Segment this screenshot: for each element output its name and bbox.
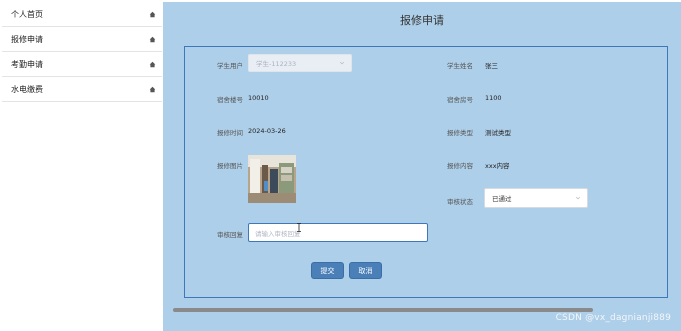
main-content: 报修申请 学生用户 学生-112233 学生姓名 张三 宿舍楼号 10010 宿…	[163, 2, 681, 331]
review-reply-input[interactable]: 请输入审核回复	[248, 223, 428, 242]
chevron-down-icon	[575, 196, 581, 200]
sidebar-item-utilities[interactable]: 水电缴费	[2, 77, 162, 102]
photo-thumbnail	[248, 155, 296, 203]
chevron-down-icon	[339, 61, 345, 65]
review-status-select[interactable]: 已通过	[484, 188, 588, 208]
building-no-label: 宿舍楼号	[217, 96, 243, 104]
repair-type-label: 报修类型	[447, 129, 473, 137]
room-no-label: 宿舍房号	[447, 96, 473, 104]
sidebar: 个人首页 报修申请 考勤申请 水电缴费	[2, 2, 162, 327]
text-cursor-icon	[297, 223, 301, 232]
sidebar-item-label: 个人首页	[11, 9, 43, 19]
building-no-value: 10010	[248, 94, 269, 102]
student-user-select[interactable]: 学生-112233	[248, 54, 352, 72]
student-user-label: 学生用户	[217, 62, 243, 70]
review-status-label: 审核状态	[447, 198, 473, 206]
repair-type-value: 测试类型	[485, 129, 511, 137]
repair-form: 学生用户 学生-112233 学生姓名 张三 宿舍楼号 10010 宿舍房号 1…	[184, 46, 668, 298]
home-icon	[149, 61, 156, 68]
sidebar-item-label: 报修申请	[11, 34, 43, 44]
repair-image-label: 报修图片	[217, 162, 243, 170]
room-no-value: 1100	[485, 94, 502, 102]
student-user-value: 学生-112233	[256, 60, 297, 68]
review-reply-label: 审核回复	[217, 231, 243, 239]
student-name-value: 张三	[485, 62, 498, 70]
repair-photo[interactable]	[248, 155, 296, 203]
repair-content-value: xxx内容	[485, 162, 510, 170]
submit-button[interactable]: 提交	[311, 262, 344, 279]
student-name-label: 学生姓名	[447, 62, 473, 70]
cancel-button[interactable]: 取消	[349, 262, 382, 279]
sidebar-item-label: 考勤申请	[11, 59, 43, 69]
home-icon	[149, 36, 156, 43]
repair-content-label: 报修内容	[447, 162, 473, 170]
repair-time-label: 报修时间	[217, 129, 243, 137]
sidebar-item-label: 水电缴费	[11, 84, 43, 94]
page-title: 报修申请	[400, 14, 444, 27]
sidebar-item-attendance[interactable]: 考勤申请	[2, 52, 162, 77]
repair-time-value: 2024-03-26	[248, 127, 286, 135]
home-icon	[149, 11, 156, 18]
horizontal-scrollbar[interactable]	[173, 308, 593, 312]
review-reply-placeholder: 请输入审核回复	[255, 229, 301, 238]
sidebar-item-home[interactable]: 个人首页	[2, 2, 162, 27]
watermark: CSDN @vx_dagnianji889	[555, 313, 671, 323]
sidebar-item-repair[interactable]: 报修申请	[2, 27, 162, 52]
review-status-value: 已通过	[492, 195, 512, 203]
home-icon	[149, 86, 156, 93]
